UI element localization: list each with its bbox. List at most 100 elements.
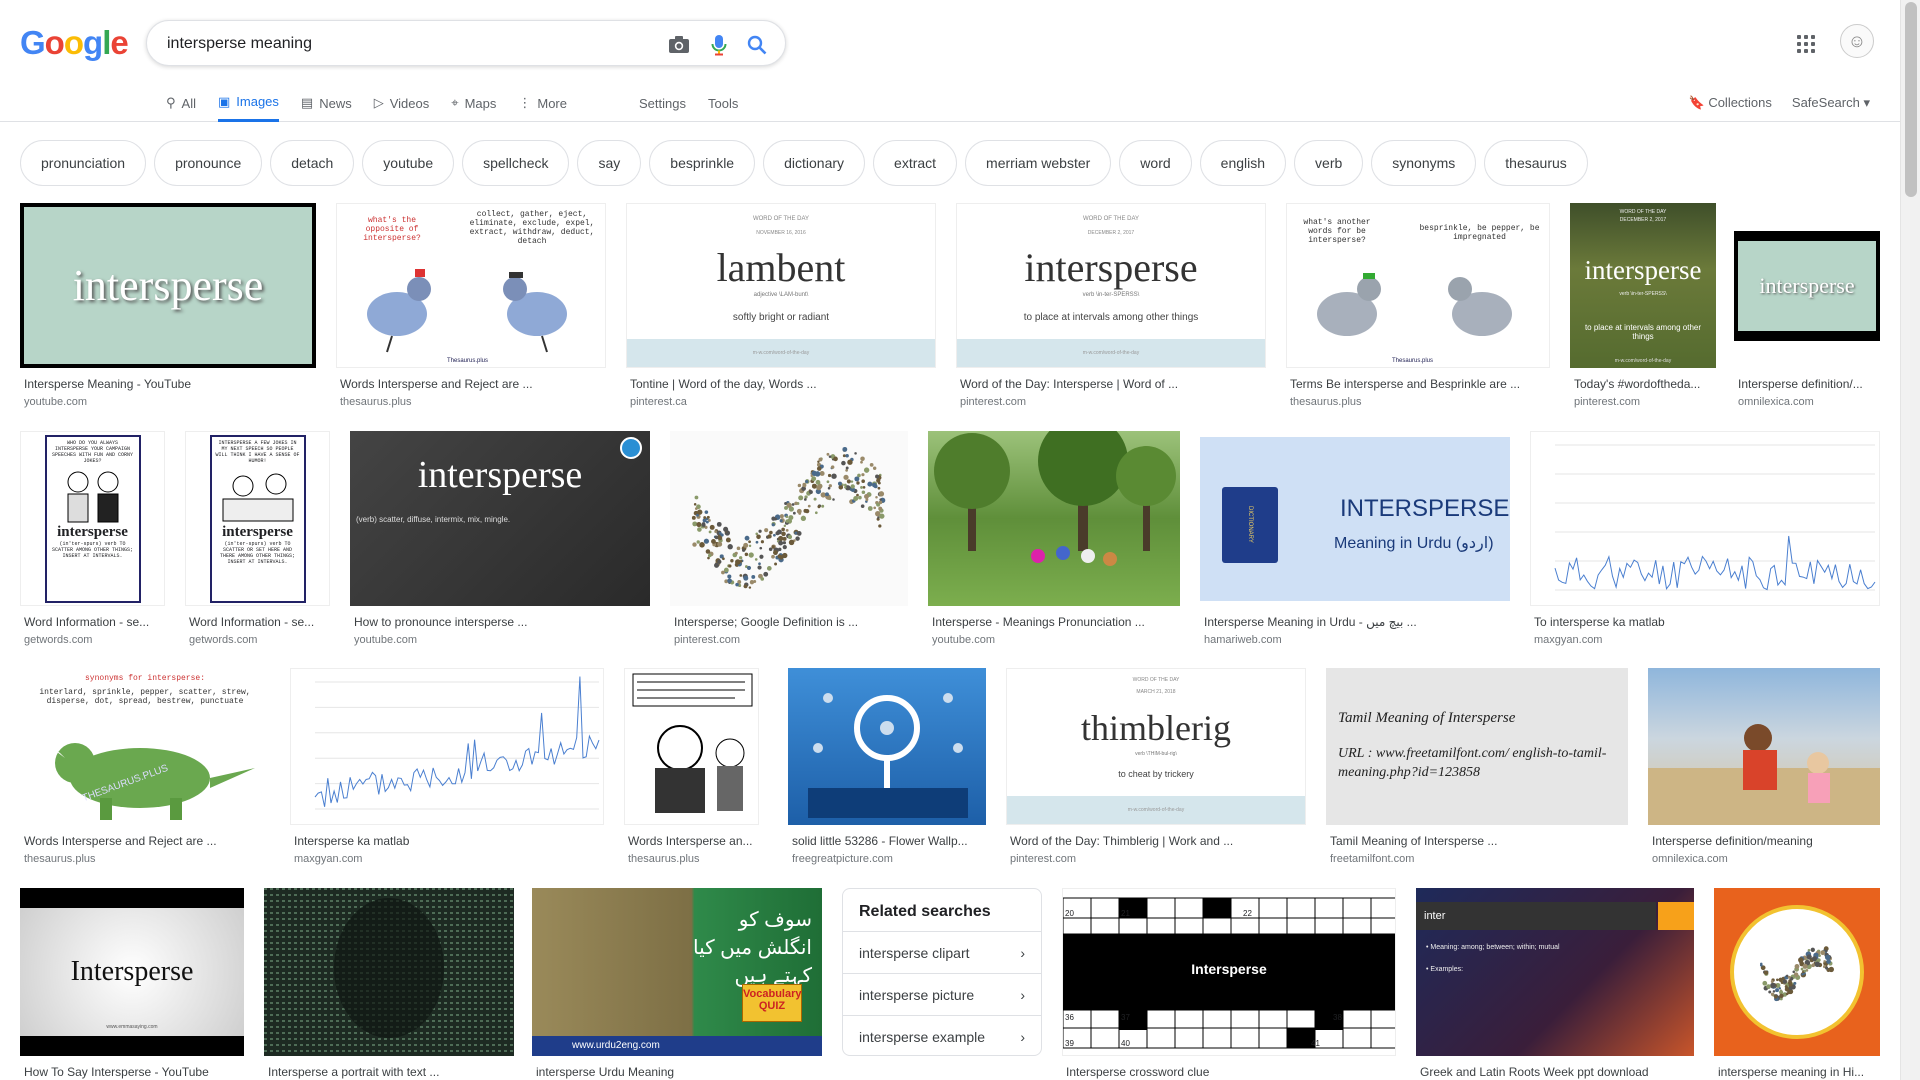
image-result[interactable]: Intersperse 20 21 22 36 37 38 39 40 41 I… bbox=[1062, 888, 1396, 1079]
tab-news[interactable]: ▤ News bbox=[301, 84, 352, 122]
search-icon[interactable] bbox=[745, 33, 769, 57]
image-result[interactable]: intersperse meaning in Hi... bbox=[1714, 888, 1880, 1079]
result-title[interactable]: Interspersе crossword clue bbox=[1062, 1065, 1396, 1079]
result-source[interactable]: youtube.com bbox=[20, 396, 316, 408]
related-search-item[interactable]: intersperse clipart › bbox=[843, 931, 1041, 973]
result-title[interactable]: Words Intersperse an... bbox=[624, 834, 759, 848]
related-search-item[interactable]: intersperse example › bbox=[843, 1015, 1041, 1057]
chip[interactable]: pronounce bbox=[154, 140, 263, 186]
result-title[interactable]: Intersperse a portrait with text ... bbox=[264, 1065, 514, 1079]
result-source[interactable]: getwords.com bbox=[20, 634, 165, 646]
image-result[interactable]: what's another words for be intersperse?… bbox=[1286, 203, 1550, 408]
apps-grid-icon[interactable] bbox=[1794, 32, 1818, 56]
image-result[interactable]: WHO DO YOU ALWAYS INTERSPERSE YOUR CAMPA… bbox=[20, 431, 165, 646]
image-result[interactable]: WORD OF THE DAY DECEMBER 2, 2017 intersp… bbox=[956, 203, 1266, 408]
chip[interactable]: extract bbox=[873, 140, 958, 186]
result-title[interactable]: How To Say Intersperse - YouTube bbox=[20, 1065, 244, 1079]
result-source[interactable]: thesaurus.plus bbox=[1286, 396, 1550, 408]
image-result[interactable]: DICTIONARY INTERSPERSE Meaning in Urdu (… bbox=[1200, 431, 1510, 646]
chip[interactable]: detach bbox=[270, 140, 355, 186]
result-source[interactable]: omnilexica.com bbox=[1648, 853, 1880, 865]
result-source[interactable]: freetamilfont.com bbox=[1326, 853, 1628, 865]
image-result[interactable]: intersperse Intersperse definition/... o… bbox=[1734, 203, 1880, 408]
tab-maps[interactable]: ⌖ Maps bbox=[451, 84, 496, 122]
result-source[interactable]: hamariweb.com bbox=[1200, 634, 1510, 646]
chip[interactable]: say bbox=[577, 140, 642, 186]
tools-link[interactable]: Tools bbox=[708, 84, 738, 122]
image-result[interactable]: what's the opposite of intersperse? coll… bbox=[336, 203, 606, 408]
search-box[interactable] bbox=[146, 20, 786, 66]
result-title[interactable]: Word Information - se... bbox=[185, 615, 330, 629]
image-result[interactable]: Intersperse a portrait with text ... bbox=[264, 888, 514, 1079]
result-title[interactable]: Intersperse Meaning - YouTube bbox=[20, 377, 316, 391]
image-result[interactable]: Intersperse; Google Definition is ... pi… bbox=[670, 431, 908, 646]
result-title[interactable]: Intersperse ka matlab bbox=[290, 834, 604, 848]
scrollbar-thumb[interactable] bbox=[1905, 2, 1917, 197]
image-result[interactable]: To intersperse ka matlab maxgyan.com bbox=[1530, 431, 1880, 646]
chip[interactable]: verb bbox=[1294, 140, 1364, 186]
image-result[interactable]: WORD OF THE DAY NOVEMBER 16, 2016 lamben… bbox=[626, 203, 936, 408]
camera-icon[interactable] bbox=[667, 33, 691, 57]
result-title[interactable]: Tontine | Word of the day, Words ... bbox=[626, 377, 936, 391]
result-source[interactable]: thesaurus.plus bbox=[336, 396, 606, 408]
image-result[interactable]: inter • Meaning: among; between; within;… bbox=[1416, 888, 1694, 1079]
chip[interactable]: thesaurus bbox=[1484, 140, 1588, 186]
result-title[interactable]: Today's #wordofthedа... bbox=[1570, 377, 1716, 391]
result-source[interactable]: pinterest.com bbox=[956, 396, 1266, 408]
image-result[interactable]: synonyms for intersperse: interlard, spr… bbox=[20, 668, 270, 865]
result-source[interactable]: maxgyan.com bbox=[290, 853, 604, 865]
tab-more[interactable]: ⋮ More bbox=[518, 84, 567, 122]
avatar[interactable]: ☺ bbox=[1840, 24, 1874, 58]
image-result[interactable]: Words Intersperse an... thesaurus.plus bbox=[624, 668, 759, 865]
result-source[interactable]: pinterest.com bbox=[1006, 853, 1306, 865]
result-title[interactable]: To intersperse ka matlab bbox=[1530, 615, 1880, 629]
result-title[interactable]: Intersperse - Meanings Pronunciation ... bbox=[928, 615, 1180, 629]
search-input[interactable] bbox=[167, 32, 637, 56]
chip[interactable]: pronunciation bbox=[20, 140, 147, 186]
image-result[interactable]: intersperse (verb) scatter, diffuse, int… bbox=[350, 431, 650, 646]
result-title[interactable]: Terms Be intersperse and Besprinkle are … bbox=[1286, 377, 1550, 391]
google-logo[interactable]: Google bbox=[20, 24, 129, 62]
result-title[interactable]: intersperse meaning in Hi... bbox=[1714, 1065, 1880, 1079]
image-result[interactable]: Intersperse - Meanings Pronunciation ...… bbox=[928, 431, 1180, 646]
chip[interactable]: merriam webster bbox=[965, 140, 1112, 186]
result-source[interactable]: omnilexica.com bbox=[1734, 396, 1880, 408]
image-result[interactable]: Intersperse www.emmasaying.com How To Sa… bbox=[20, 888, 244, 1079]
result-source[interactable]: getwords.com bbox=[185, 634, 330, 646]
image-result[interactable]: INTERSPERSE A FEW JOKES IN MY NEXT SPEEC… bbox=[185, 431, 330, 646]
result-title[interactable]: Intersperse definition/... bbox=[1734, 377, 1880, 391]
image-result[interactable]: intersperse Intersperse Meaning - YouTub… bbox=[20, 203, 316, 408]
result-source[interactable]: thesaurus.plus bbox=[624, 853, 759, 865]
image-result[interactable]: solid little 53286 - Flower Wallp... fre… bbox=[788, 668, 986, 865]
settings-link[interactable]: Settings bbox=[639, 84, 686, 122]
result-title[interactable]: Greek and Latin Roots Week ppt download bbox=[1416, 1065, 1694, 1079]
image-result[interactable]: WORD OF THE DAY MARCH 21, 2018 thimbleri… bbox=[1006, 668, 1306, 865]
result-title[interactable]: Word of the Day: Intersperse | Word of .… bbox=[956, 377, 1266, 391]
image-result[interactable]: Tamil Meaning of Intersperse URL : www.f… bbox=[1326, 668, 1628, 865]
tab-images[interactable]: ▣ Images bbox=[217, 84, 279, 122]
result-title[interactable]: Intersperse definition/meaning bbox=[1648, 834, 1880, 848]
result-title[interactable]: Word of the Day: Thimblerig | Work and .… bbox=[1006, 834, 1306, 848]
result-title[interactable]: Tamil Meaning of Intersperse ... bbox=[1326, 834, 1628, 848]
result-source[interactable]: maxgyan.com bbox=[1530, 634, 1880, 646]
tab-all[interactable]: ⚲ All bbox=[166, 84, 196, 122]
result-source[interactable]: pinterest.com bbox=[670, 634, 908, 646]
microphone-icon[interactable] bbox=[707, 33, 731, 57]
result-title[interactable]: Word Information - se... bbox=[20, 615, 165, 629]
result-title[interactable]: Words Intersperse and Reject are ... bbox=[20, 834, 270, 848]
chip[interactable]: english bbox=[1199, 140, 1287, 186]
image-result[interactable]: Intersperse definition/meaning omnilexic… bbox=[1648, 668, 1880, 865]
result-source[interactable]: thesaurus.plus bbox=[20, 853, 270, 865]
chip[interactable]: word bbox=[1119, 140, 1192, 186]
chip[interactable]: besprinkle bbox=[649, 140, 756, 186]
result-source[interactable]: pinterest.ca bbox=[626, 396, 936, 408]
result-source[interactable]: pinterest.com bbox=[1570, 396, 1716, 408]
image-result[interactable]: WORD OF THE DAY DECEMBER 2, 2017 intersp… bbox=[1570, 203, 1716, 408]
chip[interactable]: synonyms bbox=[1371, 140, 1477, 186]
result-source[interactable]: youtube.com bbox=[928, 634, 1180, 646]
result-source[interactable]: youtube.com bbox=[350, 634, 650, 646]
chip[interactable]: spellcheck bbox=[462, 140, 570, 186]
safesearch-dropdown[interactable]: SafeSearch ▾ bbox=[1792, 95, 1870, 111]
scrollbar[interactable] bbox=[1900, 0, 1920, 1080]
collections-button[interactable]: 🔖 Collections bbox=[1689, 95, 1772, 111]
